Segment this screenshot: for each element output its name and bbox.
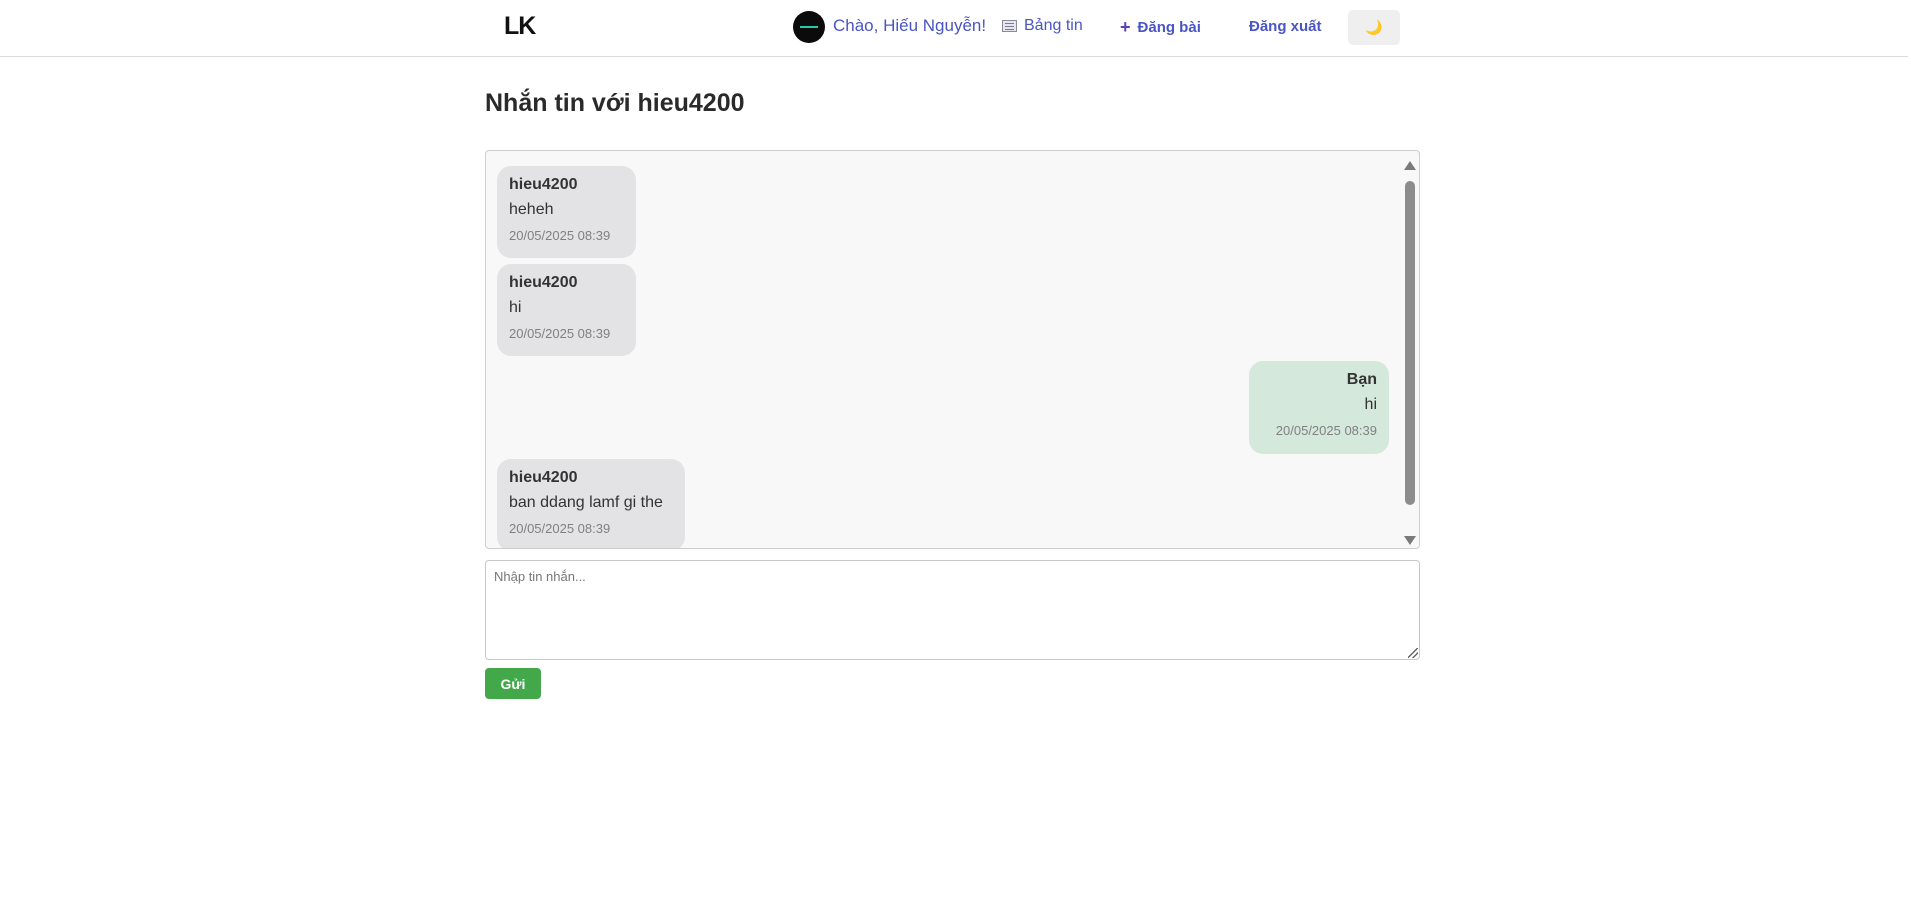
message-timestamp: 20/05/2025 08:39 <box>509 326 611 341</box>
message-bubble-incoming: hieu4200 hi 20/05/2025 08:39 <box>497 264 636 356</box>
page-title: Nhắn tin với hieu4200 <box>485 89 745 117</box>
scrollbar-thumb[interactable] <box>1405 181 1415 505</box>
message-bubble-incoming: hieu4200 ban ddang lamf gi the 20/05/202… <box>497 459 685 548</box>
message-timestamp: 20/05/2025 08:39 <box>509 521 611 536</box>
newspaper-icon <box>1002 20 1017 32</box>
message-sender: Bạn <box>1346 371 1377 388</box>
moon-icon: 🌙 <box>1365 19 1383 35</box>
user-greeting[interactable]: Chào, Hiếu Nguyễn! <box>833 16 986 36</box>
message-list[interactable]: hieu4200 heheh 20/05/2025 08:39 hieu4200… <box>485 150 1420 549</box>
message-text: heheh <box>509 201 554 218</box>
message-sender: hieu4200 <box>509 274 578 291</box>
chat-page: LK Chào, Hiếu Nguyễn! Bảng tin + Đăng bà… <box>0 0 1911 917</box>
nav-new-post-label: Đăng bài <box>1137 18 1201 36</box>
message-sender: hieu4200 <box>509 469 578 486</box>
nav-feed-link[interactable]: Bảng tin <box>1002 17 1083 35</box>
plus-icon: + <box>1120 17 1131 37</box>
top-navbar: LK Chào, Hiếu Nguyễn! Bảng tin + Đăng bà… <box>0 0 1908 57</box>
message-text: hi <box>1364 396 1377 413</box>
message-text: ban ddang lamf gi the <box>509 494 663 511</box>
send-button[interactable]: Gửi <box>485 668 541 699</box>
message-timestamp: 20/05/2025 08:39 <box>509 228 611 243</box>
message-text: hi <box>509 299 522 316</box>
site-logo[interactable]: LK <box>504 12 536 41</box>
chat-scrollbar[interactable] <box>1404 157 1416 545</box>
theme-toggle-button[interactable]: 🌙 <box>1348 10 1400 45</box>
user-avatar[interactable] <box>793 11 825 43</box>
message-input[interactable] <box>485 560 1420 660</box>
scroll-up-arrow-icon[interactable] <box>1404 161 1416 170</box>
message-sender: hieu4200 <box>509 176 578 193</box>
nav-feed-label: Bảng tin <box>1024 17 1083 34</box>
message-bubble-outgoing: Bạn hi 20/05/2025 08:39 <box>1249 361 1389 454</box>
scroll-down-arrow-icon[interactable] <box>1404 536 1416 545</box>
logout-link[interactable]: Đăng xuất <box>1249 18 1322 35</box>
logout-label: Đăng xuất <box>1249 18 1322 35</box>
nav-new-post-link[interactable]: + Đăng bài <box>1120 18 1201 36</box>
message-bubble-incoming: hieu4200 heheh 20/05/2025 08:39 <box>497 166 636 258</box>
message-timestamp: 20/05/2025 08:39 <box>1275 423 1377 438</box>
